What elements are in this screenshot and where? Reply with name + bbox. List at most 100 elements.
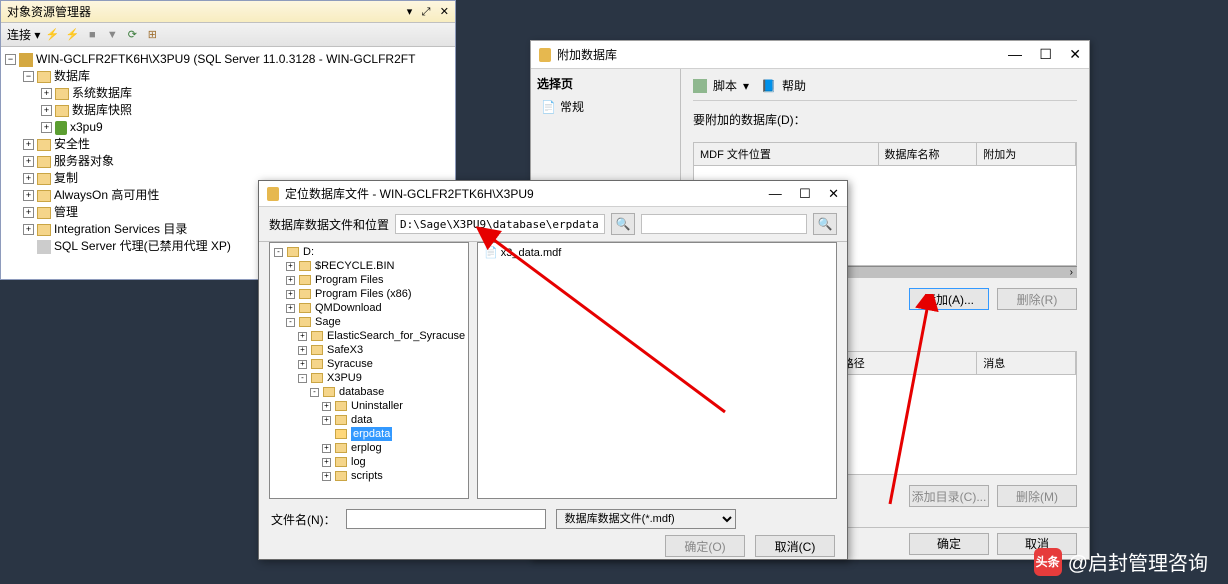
folder-node[interactable]: +Program Files (x86) [272, 287, 466, 301]
help-button[interactable]: 帮助 [782, 77, 806, 94]
collapse-icon[interactable]: - [298, 374, 307, 383]
properties-icon[interactable]: ⊞ [144, 27, 160, 43]
folder-node[interactable]: +data [272, 413, 466, 427]
expand-icon[interactable]: + [322, 444, 331, 453]
connect-icon[interactable]: ⚡ [44, 27, 60, 43]
search-button[interactable]: 🔍 [813, 213, 837, 235]
folder-icon [37, 190, 51, 202]
disconnect-icon[interactable]: ⚡ [64, 27, 80, 43]
expand-icon[interactable]: + [286, 290, 295, 299]
dropdown-icon[interactable]: ▾ [407, 6, 413, 18]
filename-input[interactable] [346, 509, 546, 529]
security-node[interactable]: +安全性 [5, 136, 451, 153]
collapse-icon[interactable]: − [5, 54, 16, 65]
folder-node[interactable]: +Program Files [272, 273, 466, 287]
folder-node[interactable]: -X3PU9 [272, 371, 466, 385]
folder-node[interactable]: +erplog [272, 441, 466, 455]
locate-title-content: 定位数据库文件 - WIN-GCLFR2FTK6H\X3PU9 [267, 185, 534, 202]
minimize-icon[interactable]: — [1008, 46, 1022, 62]
col-dbname[interactable]: 数据库名称 [879, 143, 978, 165]
watermark: 头条 @启封管理咨询 [1034, 547, 1208, 576]
expand-icon[interactable]: + [23, 156, 34, 167]
pin-icon[interactable]: ⤢ [422, 6, 431, 18]
attach-title-bar[interactable]: 附加数据库 — ☐ ✕ [531, 41, 1089, 69]
collapse-icon[interactable]: - [286, 318, 295, 327]
folder-icon [55, 88, 69, 100]
server-objects-label: 服务器对象 [54, 153, 114, 170]
close-icon[interactable]: ✕ [828, 186, 839, 201]
col-mdf[interactable]: MDF 文件位置 [694, 143, 879, 165]
expand-icon[interactable]: + [23, 207, 34, 218]
folder-node[interactable]: +log [272, 455, 466, 469]
ok-button[interactable]: 确定 [909, 533, 989, 555]
folder-node-selected[interactable]: erpdata [272, 427, 466, 441]
connect-button[interactable]: 连接 ▾ [7, 26, 40, 43]
collapse-icon[interactable]: - [274, 248, 283, 257]
agent-icon [37, 240, 51, 254]
filter-select[interactable]: 数据库数据文件(*.mdf) [556, 509, 736, 529]
collapse-icon[interactable]: − [23, 71, 34, 82]
general-page-item[interactable]: 📄 常规 [537, 96, 674, 117]
expand-icon[interactable]: + [41, 88, 52, 99]
filter-icon[interactable]: ▼ [104, 27, 120, 43]
folder-icon [37, 173, 51, 185]
minimize-icon[interactable]: — [769, 186, 782, 201]
locate-title-bar[interactable]: 定位数据库文件 - WIN-GCLFR2FTK6H\X3PU9 — ☐ ✕ [259, 181, 847, 207]
server-node[interactable]: −WIN-GCLFR2FTK6H\X3PU9 (SQL Server 11.0.… [5, 51, 451, 68]
collapse-icon[interactable]: - [310, 388, 319, 397]
col-attachas[interactable]: 附加为 [977, 143, 1076, 165]
dropdown-icon[interactable]: ▾ [743, 79, 749, 93]
folder-icon [335, 457, 347, 467]
folder-icon [37, 224, 51, 236]
expand-icon[interactable]: + [322, 458, 331, 467]
folder-icon [335, 401, 347, 411]
databases-node[interactable]: −数据库 [5, 68, 451, 85]
maximize-icon[interactable]: ☐ [1039, 46, 1052, 62]
folder-node[interactable]: -Sage [272, 315, 466, 329]
expand-icon[interactable]: + [298, 332, 307, 341]
expand-icon[interactable]: + [322, 472, 331, 481]
general-page-label: 常规 [560, 98, 584, 115]
folder-node[interactable]: +Syracuse [272, 357, 466, 371]
folder-icon [311, 359, 323, 369]
server-icon [19, 53, 33, 67]
folder-node[interactable]: +Uninstaller [272, 399, 466, 413]
user-db-node[interactable]: +x3pu9 [5, 119, 451, 136]
col-message[interactable]: 消息 [977, 352, 1076, 374]
folder-node[interactable]: +QMDownload [272, 301, 466, 315]
script-button[interactable]: 脚本 [713, 77, 737, 94]
expand-icon[interactable]: + [286, 276, 295, 285]
cancel-button[interactable]: 取消(C) [755, 535, 835, 557]
expand-icon[interactable]: + [322, 416, 331, 425]
expand-icon[interactable]: + [298, 360, 307, 369]
folder-tree[interactable]: -D: +$RECYCLE.BIN +Program Files +Progra… [269, 242, 469, 499]
folder-node[interactable]: +$RECYCLE.BIN [272, 259, 466, 273]
folder-node[interactable]: +SafeX3 [272, 343, 466, 357]
expand-icon[interactable]: + [286, 262, 295, 271]
expand-icon[interactable]: + [298, 346, 307, 355]
folder-node[interactable]: +ElasticSearch_for_Syracuse [272, 329, 466, 343]
maximize-icon[interactable]: ☐ [799, 186, 811, 201]
stop-icon[interactable]: ■ [84, 27, 100, 43]
expand-icon[interactable]: + [23, 173, 34, 184]
folder-node[interactable]: +scripts [272, 469, 466, 483]
expand-icon[interactable]: + [23, 224, 34, 235]
refresh-icon[interactable]: ⟳ [124, 27, 140, 43]
folder-node[interactable]: -database [272, 385, 466, 399]
system-databases-node[interactable]: +系统数据库 [5, 85, 451, 102]
ok-button[interactable]: 确定(O) [665, 535, 745, 557]
attach-title-text: 附加数据库 [557, 46, 617, 63]
folder-icon [335, 443, 347, 453]
ssis-label: Integration Services 目录 [54, 221, 187, 238]
expand-icon[interactable]: + [286, 304, 295, 313]
drive-node[interactable]: -D: [272, 245, 466, 259]
snapshots-node[interactable]: +数据库快照 [5, 102, 451, 119]
expand-icon[interactable]: + [23, 190, 34, 201]
close-icon[interactable]: ✕ [440, 6, 449, 18]
expand-icon[interactable]: + [41, 122, 52, 133]
expand-icon[interactable]: + [41, 105, 52, 116]
expand-icon[interactable]: + [23, 139, 34, 150]
server-objects-node[interactable]: + 服务器对象 [5, 153, 451, 170]
close-icon[interactable]: ✕ [1069, 46, 1081, 62]
expand-icon[interactable]: + [322, 402, 331, 411]
